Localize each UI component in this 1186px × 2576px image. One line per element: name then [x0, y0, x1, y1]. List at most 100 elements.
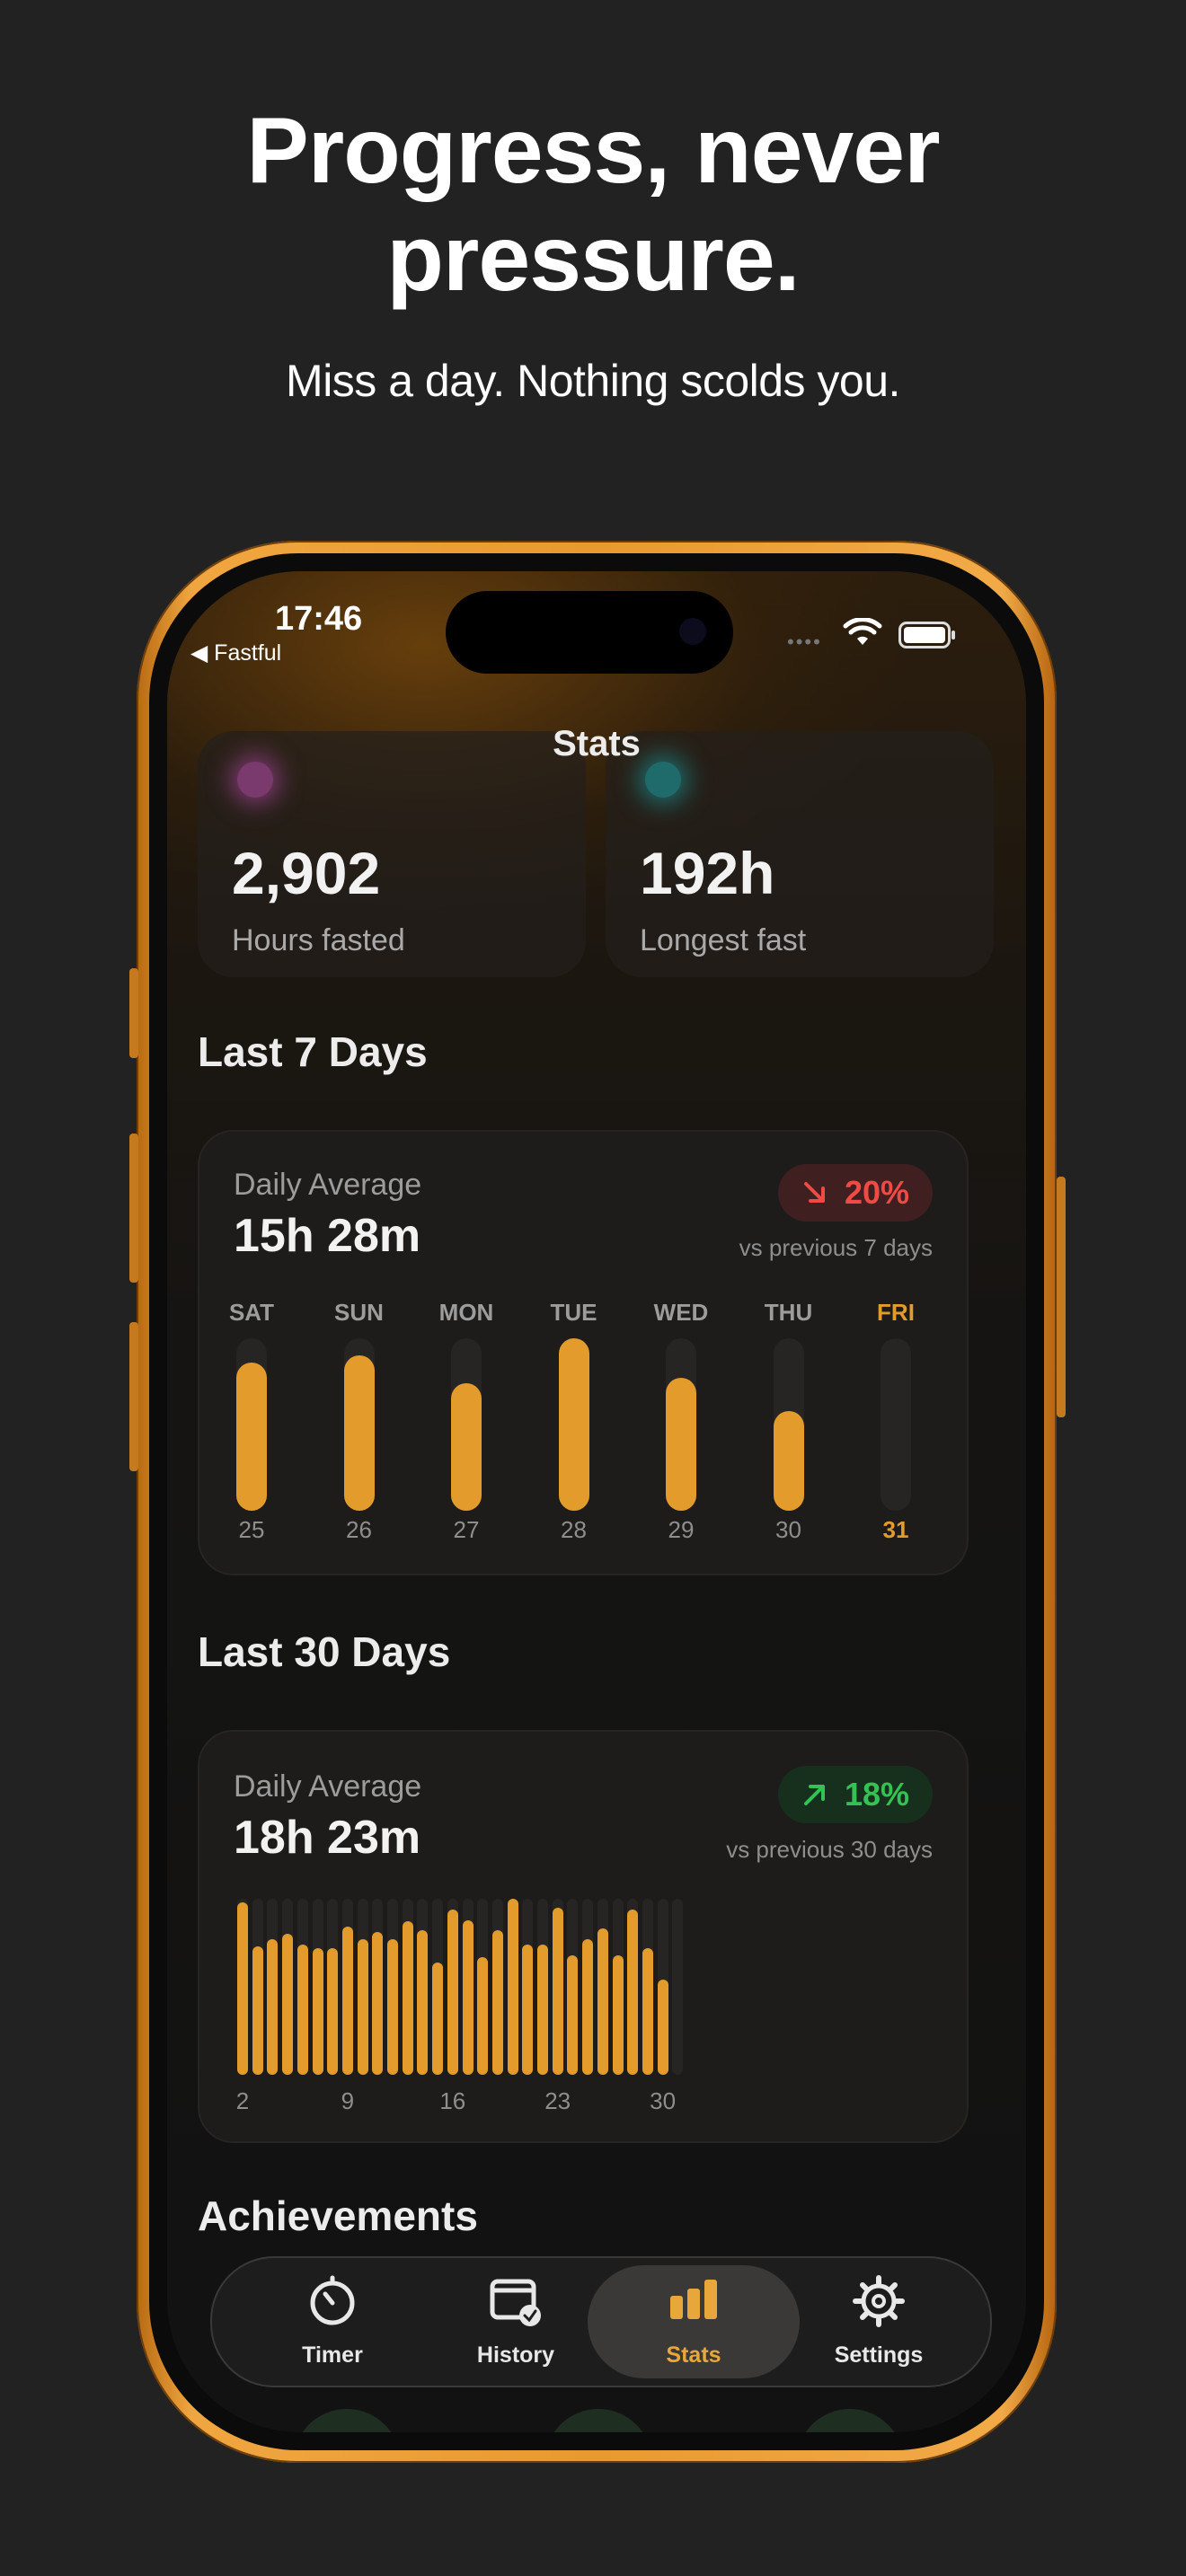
date-label: 31 — [882, 1516, 909, 1543]
month-bar-track — [312, 1899, 323, 2075]
volume-up-button — [129, 1134, 138, 1283]
month-bar-track — [612, 1899, 624, 2075]
section-title-achievements: Achievements — [198, 2192, 478, 2239]
date-label: 30 — [775, 1516, 801, 1543]
tab-history[interactable]: History — [426, 2265, 606, 2378]
month-bar — [267, 1939, 279, 2075]
tab-label: Timer — [302, 2342, 363, 2368]
axis-label: 2 — [235, 2087, 250, 2114]
change-badge: 20% — [777, 1164, 933, 1222]
month-bar-track — [447, 1899, 458, 2075]
wifi-icon — [843, 618, 882, 645]
month-bar-track — [552, 1899, 563, 2075]
headline-line-2: pressure. — [386, 207, 800, 311]
day-bar — [558, 1338, 589, 1511]
gear-icon — [853, 2275, 905, 2327]
month-bar-track — [327, 1899, 339, 2075]
month-bar-track — [567, 1899, 579, 2075]
camera-icon — [679, 618, 706, 645]
timer-icon — [310, 2275, 355, 2325]
month-bar — [552, 1908, 563, 2075]
month-bar — [296, 1945, 308, 2075]
achievement-peek — [544, 2409, 652, 2432]
day-label: FRI — [877, 1299, 915, 1326]
month-bar — [537, 1945, 548, 2075]
month-bar — [372, 1932, 384, 2075]
change-badge: 18% — [777, 1766, 933, 1823]
bar-track — [236, 1338, 267, 1511]
day-label: SUN — [334, 1299, 384, 1326]
tab-label: Settings — [834, 2342, 924, 2368]
month-bar — [402, 1921, 413, 2075]
tab-timer[interactable]: Timer — [243, 2265, 422, 2378]
dynamic-island — [446, 591, 733, 674]
section-title-last-30-days: Last 30 Days — [198, 1628, 451, 1675]
tab-label: Stats — [666, 2342, 721, 2368]
month-bar — [357, 1939, 368, 2075]
arrow-down-right-icon — [803, 1182, 825, 1203]
stat-card-longest-fast: 192h Longest fast — [606, 731, 994, 977]
tab-settings[interactable]: Settings — [789, 2265, 969, 2378]
month-bar-track — [432, 1899, 444, 2075]
monthly-chart-card: Daily Average 18h 23m 18% vs previous 30… — [198, 1730, 969, 2143]
date-label: 25 — [238, 1516, 265, 1543]
achievement-peek — [293, 2409, 401, 2432]
month-bar-track — [372, 1899, 384, 2075]
power-button — [1057, 1177, 1066, 1417]
month-bar — [432, 1963, 444, 2075]
month-bar — [507, 1899, 518, 2075]
month-bar-track — [462, 1899, 474, 2075]
axis-label: 16 — [439, 2087, 466, 2114]
tab-stats[interactable]: Stats — [588, 2265, 800, 2378]
status-time: 17:46 — [275, 600, 363, 638]
month-bar — [597, 1928, 608, 2075]
month-bar — [417, 1930, 429, 2075]
date-label: 26 — [346, 1516, 372, 1543]
daily-average-label: Daily Average — [234, 1168, 422, 1202]
month-bar-track — [582, 1899, 594, 2075]
month-bar-track — [657, 1899, 668, 2075]
month-bar — [282, 1934, 294, 2075]
month-bar — [341, 1927, 353, 2075]
month-bar-track — [402, 1899, 413, 2075]
calendar-check-icon — [490, 2279, 541, 2326]
stat-value: 192h — [640, 840, 775, 906]
bar-chart-icon — [670, 2280, 717, 2319]
day-bar — [666, 1378, 696, 1511]
month-bar-track — [296, 1899, 308, 2075]
month-bar — [462, 1920, 474, 2075]
tab-label: History — [476, 2342, 555, 2368]
stat-card-hours-fasted: 2,902 Hours fasted — [198, 731, 586, 977]
arrow-up-right-icon — [803, 1785, 825, 1805]
hourglass-icon — [237, 762, 273, 798]
month-bar — [567, 1955, 579, 2075]
day-label: MON — [438, 1299, 494, 1326]
month-bar-track — [672, 1899, 684, 2075]
month-bar-track — [387, 1899, 398, 2075]
day-label: TUE — [550, 1299, 597, 1326]
change-percent: 18% — [844, 1776, 909, 1813]
month-bar-track — [537, 1899, 548, 2075]
bar-track — [343, 1338, 375, 1511]
month-bar — [477, 1957, 489, 2075]
month-bar-track — [267, 1899, 279, 2075]
page-title: Stats — [553, 724, 641, 763]
day-bar — [451, 1383, 482, 1511]
headline-line-1: Progress, never — [246, 99, 940, 203]
volume-down-button — [129, 1322, 138, 1471]
phone-screen: 17:46 ◀ Fastful •••• 2,902 Hours fasted … — [167, 571, 1026, 2432]
day-label: THU — [764, 1299, 813, 1326]
month-bar-track — [491, 1899, 503, 2075]
action-button — [129, 968, 138, 1058]
month-bar-track — [522, 1899, 534, 2075]
bar-track — [666, 1338, 696, 1511]
month-bar — [582, 1939, 594, 2075]
headline: Progress, never pressure. — [0, 97, 1186, 313]
stat-label: Hours fasted — [232, 923, 405, 957]
back-to-app-link[interactable]: ◀ Fastful — [190, 640, 281, 666]
month-bar — [627, 1910, 639, 2075]
month-bar — [252, 1946, 263, 2075]
daily-average-value: 18h 23m — [234, 1812, 421, 1864]
stopwatch-icon — [645, 762, 681, 798]
date-label: 29 — [668, 1516, 695, 1543]
